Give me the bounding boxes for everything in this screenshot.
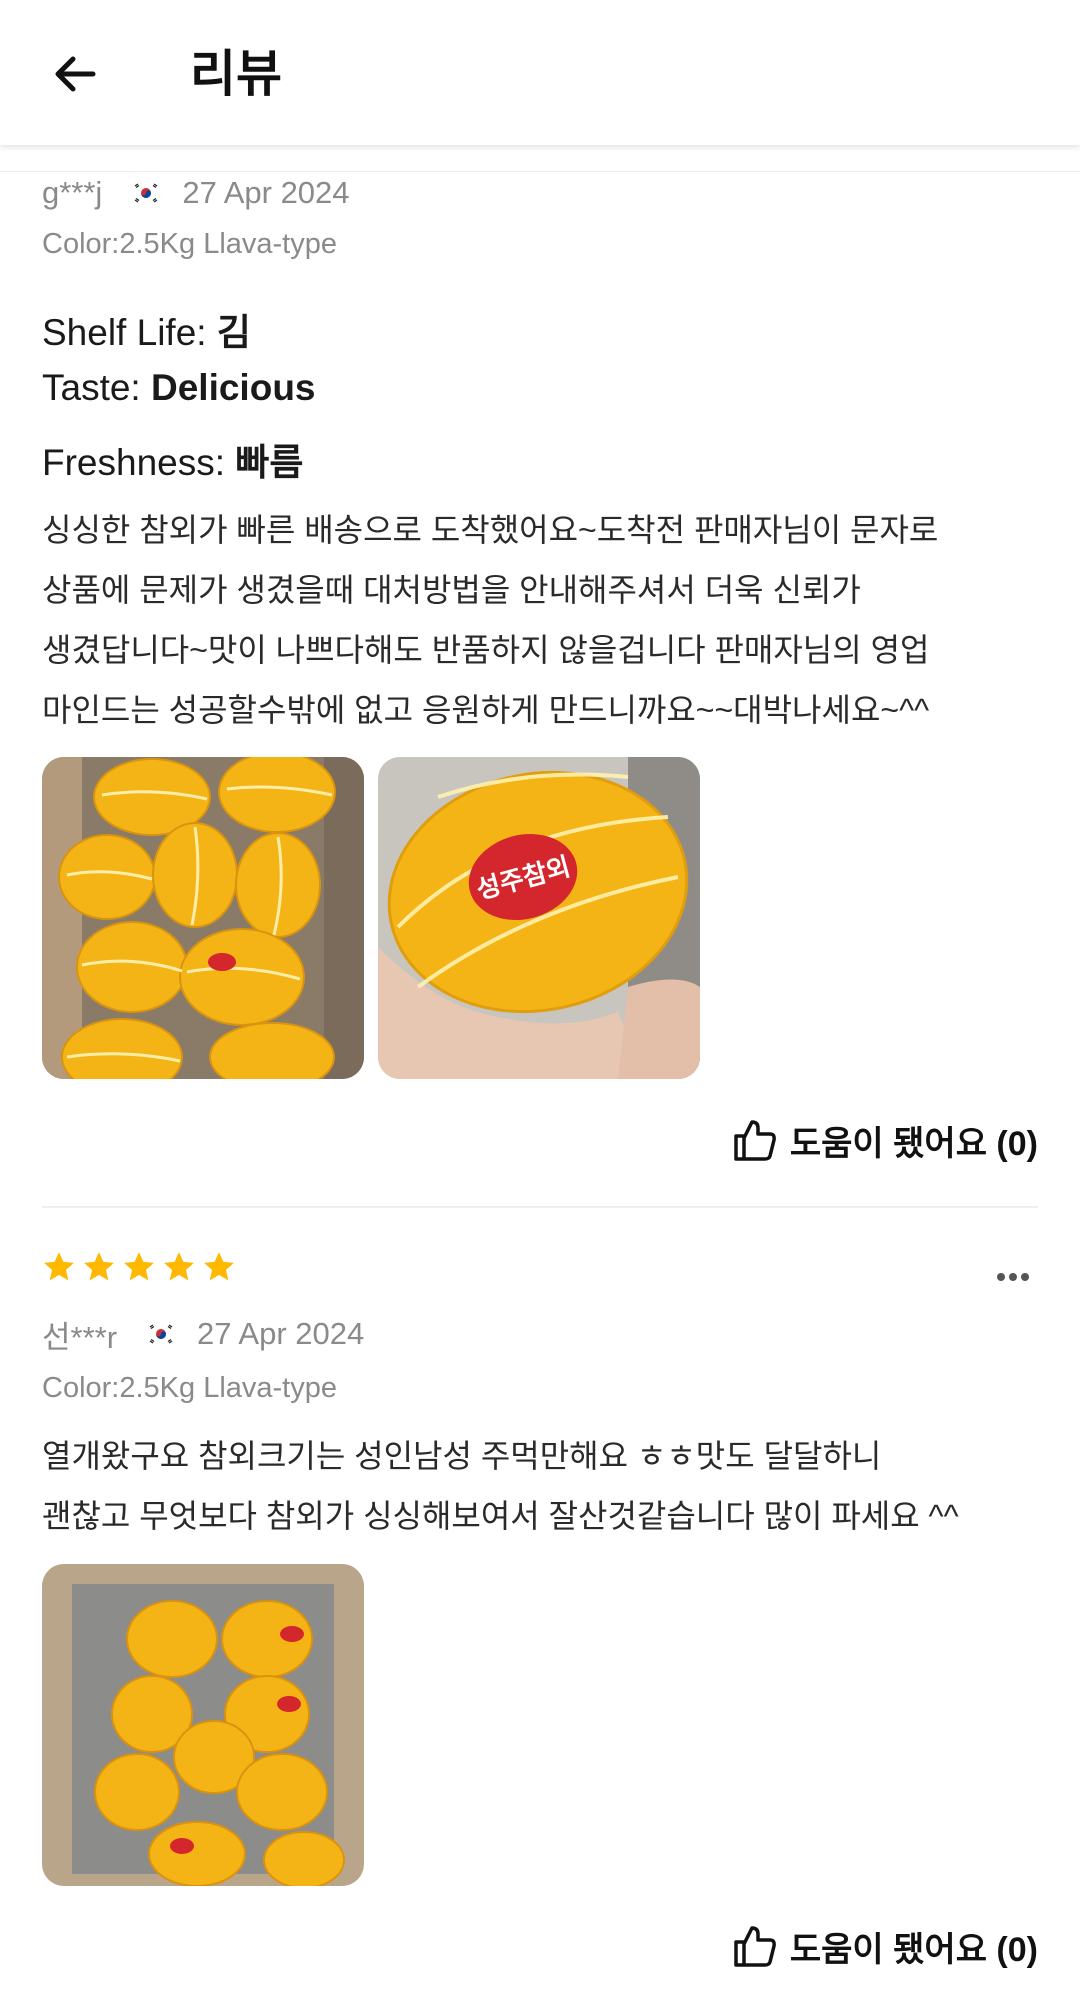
attribute-freshness: Freshness: 빠름 [42,432,303,486]
reviewer-name: 선***r [42,1319,118,1355]
page-title: 리뷰 [190,46,282,102]
review-text-line: 괜찮고 무엇보다 참외가 싱싱해보여서 잘산것같습니다 많이 파세요 ^^ [42,1498,959,1534]
star-icon [44,1252,74,1281]
attribute-value: 빠름 [235,442,304,483]
attribute-value: Delicious [151,367,316,408]
review-meta: g***j 27 Apr 2024 [42,173,350,213]
thumbs-up-icon [734,1120,776,1161]
attribute-shelf-life: Shelf Life: 김 [42,302,251,356]
star-icon [204,1252,234,1281]
more-horizontal-icon [997,1273,1029,1281]
attribute-value: 김 [216,312,251,353]
review-text-line: 상품에 문제가 생겼을때 대처방법을 안내해주셔서 더욱 신뢰가 [42,572,861,608]
divider [0,171,1080,172]
helpful-label: 도움이 됐어요 (0) [789,1124,1038,1163]
star-icon [124,1252,154,1281]
more-options-button[interactable] [988,1262,1038,1292]
attribute-label: Taste: [42,367,151,408]
star-icon [164,1252,194,1281]
arrow-left-icon [55,56,96,92]
back-button[interactable] [40,42,110,106]
review-text-line: 싱싱한 참외가 빠른 배송으로 도착했어요~도착전 판매자님이 문자로 [42,512,939,548]
thumbs-up-icon [734,1926,776,1967]
review-date: 27 Apr 2024 [182,175,350,210]
star-rating [42,1250,236,1284]
korea-flag-icon [147,1323,176,1345]
melon-in-hand-photo[interactable]: 성주참외 [378,757,700,1079]
reviewer-name: g***j [42,175,103,210]
review-divider [42,1206,1038,1208]
review-text-line: 마인드는 성공할수밖에 없고 응원하게 만드니까요~~대박나세요~^^ [42,692,930,728]
review-text-line: 열개왔구요 참외크기는 성인남성 주먹만해요 ㅎㅎ맛도 달달하니 [42,1438,882,1474]
review-date: 27 Apr 2024 [197,1316,365,1351]
review-text: 열개왔구요 참외크기는 성인남성 주먹만해요 ㅎㅎ맛도 달달하니 괜찮고 무엇보… [42,1426,1042,1546]
melon-box-photo[interactable] [42,1564,364,1886]
helpful-label: 도움이 됐어요 (0) [789,1930,1038,1969]
variant-label: Color:2.5Kg Llava-type [42,1372,337,1404]
melon-box-photo[interactable] [42,757,364,1079]
attribute-label: Freshness: [42,442,236,483]
attribute-taste: Taste: Delicious [42,367,316,409]
review-text: 싱싱한 참외가 빠른 배송으로 도착했어요~도착전 판매자님이 문자로 상품에 … [42,500,1042,740]
attribute-label: Shelf Life: [42,312,217,353]
variant-label: Color:2.5Kg Llava-type [42,228,337,260]
korea-flag-icon [132,182,161,204]
app-header: 리뷰 [0,0,1080,145]
helpful-button[interactable]: 도움이 됐어요 (0) [730,1112,1038,1168]
helpful-button[interactable]: 도움이 됐어요 (0) [730,1918,1038,1974]
review-text-line: 생겼답니다~맛이 나쁘다해도 반품하지 않을겁니다 판매자님의 영업 [42,632,930,668]
review-meta: 선***r 27 Apr 2024 [42,1314,365,1355]
star-icon [84,1252,114,1281]
